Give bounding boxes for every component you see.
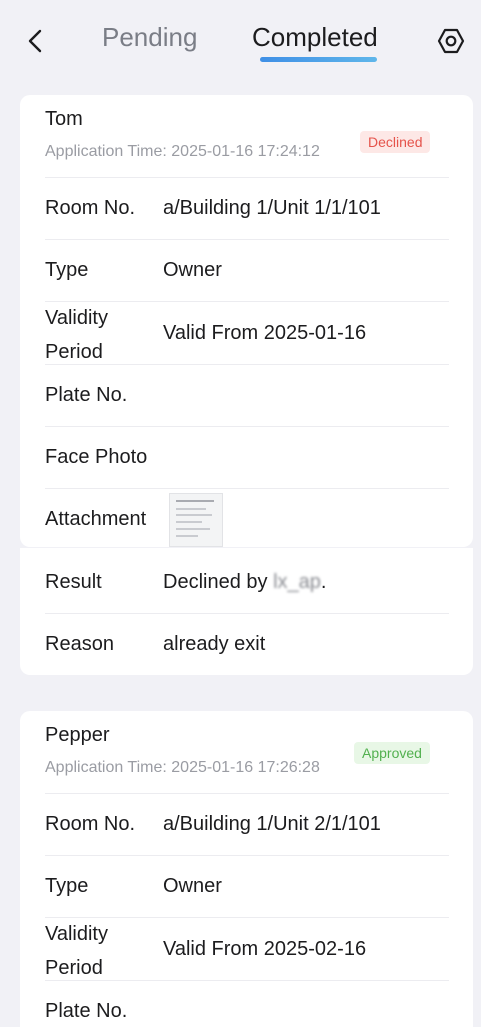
type-label: Type	[45, 259, 89, 281]
plate-row: Plate No.	[45, 364, 449, 426]
attachment-label: Attachment	[45, 508, 147, 530]
type-row: Type Owner	[45, 239, 449, 301]
validity-value: Valid From 2025-01-16	[163, 322, 367, 344]
applicant-name: Tom	[45, 108, 83, 130]
validity-label-line1: Validity	[45, 307, 108, 329]
room-row: Room No. a/Building 1/Unit 2/1/101	[45, 793, 449, 855]
face-photo-row: Face Photo	[45, 426, 449, 488]
application-card-pepper[interactable]: Pepper Application Time: 2025-01-16 17:2…	[20, 711, 473, 1027]
type-value: Owner	[163, 259, 222, 281]
status-badge: Approved	[354, 742, 430, 764]
type-row: Type Owner	[45, 855, 449, 917]
plate-label: Plate No.	[45, 384, 128, 406]
reason-value: already exit	[163, 633, 266, 655]
plate-label: Plate No.	[45, 1000, 128, 1022]
reason-row: Reason already exit	[45, 613, 449, 676]
room-label: Room No.	[45, 197, 136, 219]
tab-completed[interactable]: Completed	[252, 22, 378, 53]
application-time: Application Time: 2025-01-16 17:26:28	[45, 759, 320, 776]
attachment-row: Attachment	[45, 488, 449, 548]
tab-pending[interactable]: Pending	[102, 22, 197, 53]
plate-row: Plate No.	[45, 980, 449, 1027]
header: Pending Completed	[0, 0, 481, 80]
application-card-tom[interactable]: Tom Application Time: 2025-01-16 17:24:1…	[20, 95, 473, 547]
room-value: a/Building 1/Unit 2/1/101	[163, 813, 381, 835]
result-value: Declined by lx_ap.	[163, 564, 326, 600]
room-label: Room No.	[45, 813, 136, 835]
back-icon[interactable]	[22, 26, 52, 56]
applicant-name: Pepper	[45, 724, 110, 746]
result-user: lx_ap	[273, 571, 321, 593]
validity-row: Validity Period Valid From 2025-02-16	[45, 917, 449, 980]
room-value: a/Building 1/Unit 1/1/101	[163, 197, 381, 219]
settings-icon[interactable]	[436, 26, 466, 56]
face-photo-label: Face Photo	[45, 446, 148, 468]
validity-value: Valid From 2025-02-16	[163, 938, 367, 960]
application-card-tom-result: Result Declined by lx_ap. Reason already…	[20, 548, 473, 675]
result-row: Result Declined by lx_ap.	[45, 551, 449, 613]
validity-label-line1: Validity	[45, 923, 108, 945]
application-time: Application Time: 2025-01-16 17:24:12	[45, 143, 320, 160]
room-row: Room No. a/Building 1/Unit 1/1/101	[45, 177, 449, 239]
attachment-thumbnail[interactable]	[169, 493, 223, 547]
validity-row: Validity Period Valid From 2025-01-16	[45, 301, 449, 364]
reason-label: Reason	[45, 633, 114, 655]
status-badge: Declined	[360, 131, 431, 153]
result-label: Result	[45, 571, 102, 593]
type-value: Owner	[163, 875, 222, 897]
tab-indicator	[260, 57, 377, 62]
type-label: Type	[45, 875, 89, 897]
